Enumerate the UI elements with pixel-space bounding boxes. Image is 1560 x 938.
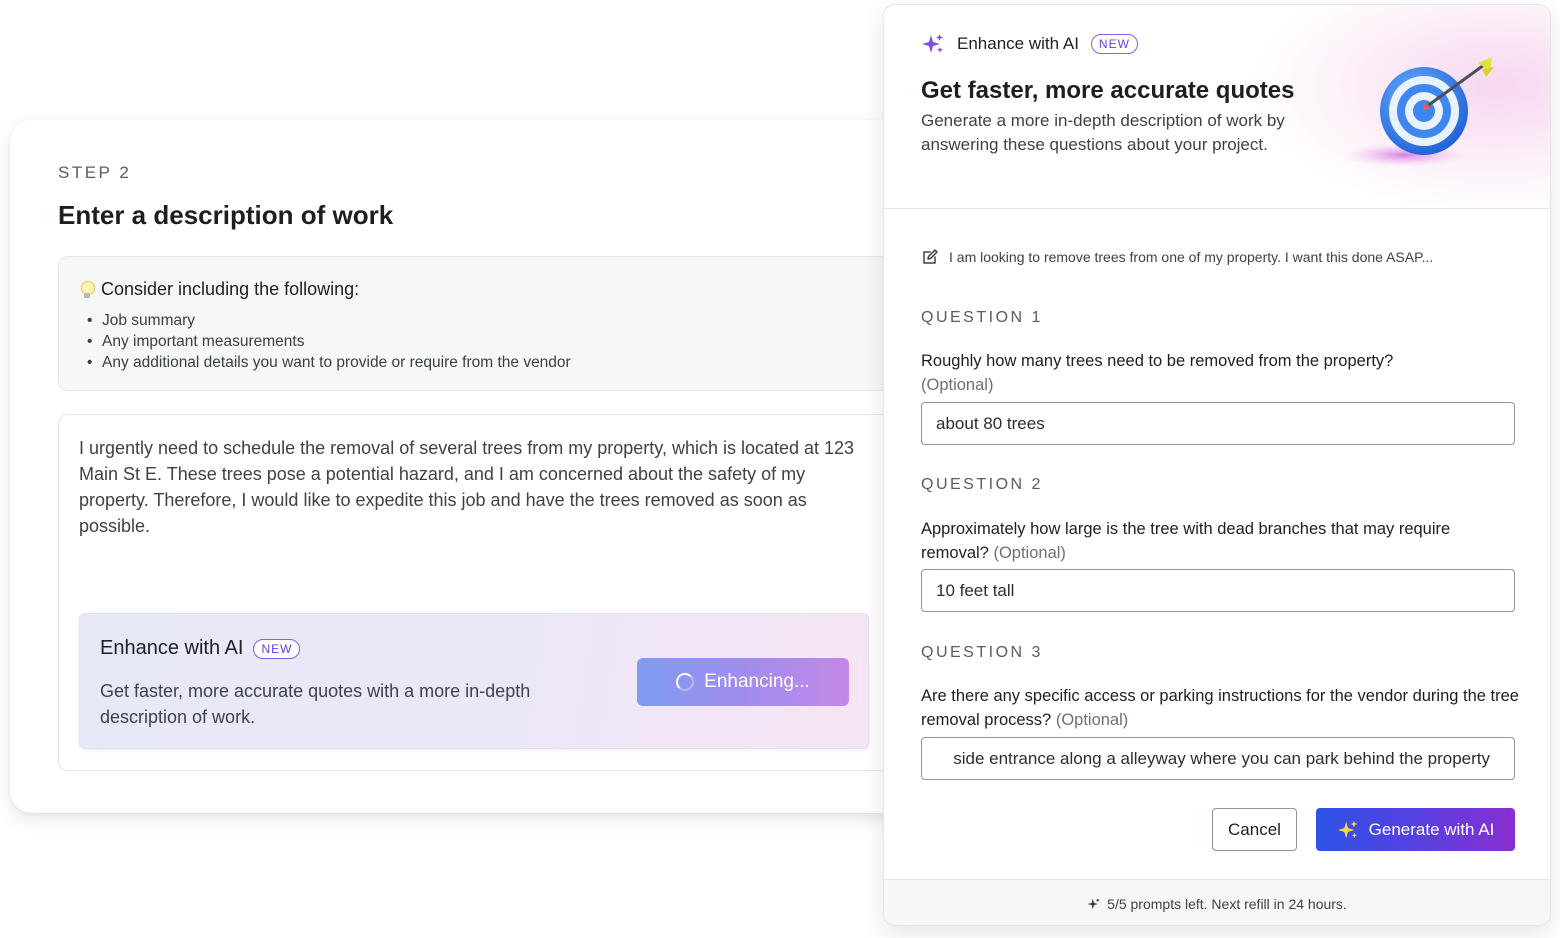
question-3-text: Are there any specific access or parking… bbox=[921, 684, 1521, 732]
question-3-text-body: Are there any specific access or parking… bbox=[921, 687, 1519, 729]
tips-list-item: Any additional details you want to provi… bbox=[85, 352, 571, 373]
page-title: Enter a description of work bbox=[58, 200, 394, 230]
optional-label: (Optional) bbox=[993, 544, 1066, 562]
tips-box: Consider including the following: Job su… bbox=[58, 256, 898, 391]
sparkle-icon bbox=[922, 34, 943, 53]
panel-brand-text: Enhance with AI bbox=[957, 34, 1079, 53]
spinner-icon bbox=[676, 673, 695, 691]
tips-list-item: Any important measurements bbox=[85, 331, 571, 352]
enhance-ai-panel: Enhance with AI NEW Get faster, more acc… bbox=[883, 4, 1551, 926]
question-1-text-body: Roughly how many trees need to be remove… bbox=[921, 352, 1394, 370]
enhance-card-subtitle: Get faster, more accurate quotes with a … bbox=[100, 681, 531, 727]
cancel-button[interactable]: Cancel bbox=[1212, 808, 1297, 851]
panel-footer: 5/5 prompts left. Next refill in 24 hour… bbox=[884, 879, 1550, 925]
enhance-card-title-text: Enhance with AI bbox=[100, 637, 244, 659]
question-1-text: Roughly how many trees need to be remove… bbox=[921, 349, 1521, 397]
target-illustration bbox=[1344, 57, 1494, 167]
tips-heading-text: Consider including the following: bbox=[101, 279, 360, 299]
enhancing-button-label: Enhancing... bbox=[704, 671, 810, 692]
panel-subtitle: Generate a more in-depth description of … bbox=[921, 111, 1285, 154]
enhance-card-title: Enhance with AI NEW bbox=[100, 637, 301, 660]
prompt-preview[interactable]: I am looking to remove trees from one of… bbox=[921, 248, 1433, 266]
description-text[interactable]: I urgently need to schedule the removal … bbox=[79, 435, 869, 539]
question-1-label: QUESTION 1 bbox=[921, 309, 1043, 326]
enhance-with-ai-card: Enhance with AI NEW Get faster, more acc… bbox=[79, 613, 869, 749]
question-2-label: QUESTION 2 bbox=[921, 476, 1043, 493]
question-3-answer: side entrance along a alleyway where you… bbox=[953, 748, 1490, 768]
footer-text: 5/5 prompts left. Next refill in 24 hour… bbox=[1107, 895, 1347, 912]
panel-brand: Enhance with AI NEW bbox=[957, 34, 1138, 54]
generate-with-ai-button[interactable]: Generate with AI bbox=[1316, 808, 1515, 851]
prompt-preview-text: I am looking to remove trees from one of… bbox=[949, 249, 1434, 265]
new-badge: NEW bbox=[253, 638, 301, 659]
question-3-input[interactable]: side entrance along a alleyway where you… bbox=[921, 737, 1515, 780]
question-1-input[interactable]: about 80 trees bbox=[921, 402, 1515, 445]
new-badge: NEW bbox=[1090, 34, 1138, 54]
tips-list: Job summary Any important measurements A… bbox=[85, 310, 571, 373]
enhancing-button[interactable]: Enhancing... bbox=[637, 658, 849, 706]
panel-header: Enhance with AI NEW Get faster, more acc… bbox=[884, 5, 1550, 209]
question-1-answer: about 80 trees bbox=[936, 413, 1045, 433]
lightbulb-icon bbox=[81, 280, 95, 299]
edit-icon[interactable] bbox=[921, 248, 939, 266]
description-textarea[interactable]: I urgently need to schedule the removal … bbox=[58, 414, 898, 771]
description-step-card: STEP 2 Enter a description of work Consi… bbox=[10, 120, 940, 813]
tips-list-item: Job summary bbox=[85, 310, 571, 331]
sparkle-icon bbox=[1087, 897, 1100, 909]
optional-label: (Optional) bbox=[921, 376, 994, 394]
optional-label: (Optional) bbox=[1055, 711, 1129, 729]
panel-title: Get faster, more accurate quotes bbox=[921, 77, 1295, 104]
question-2-text: Approximately how large is the tree with… bbox=[921, 517, 1521, 565]
question-3-label: QUESTION 3 bbox=[921, 644, 1043, 661]
generate-button-label: Generate with AI bbox=[1368, 819, 1495, 839]
question-2-answer: 10 feet tall bbox=[936, 580, 1015, 600]
tips-heading: Consider including the following: bbox=[81, 279, 359, 300]
sparkle-icon bbox=[1337, 820, 1357, 838]
step-label: STEP 2 bbox=[58, 163, 132, 182]
question-2-input[interactable]: 10 feet tall bbox=[921, 569, 1515, 612]
